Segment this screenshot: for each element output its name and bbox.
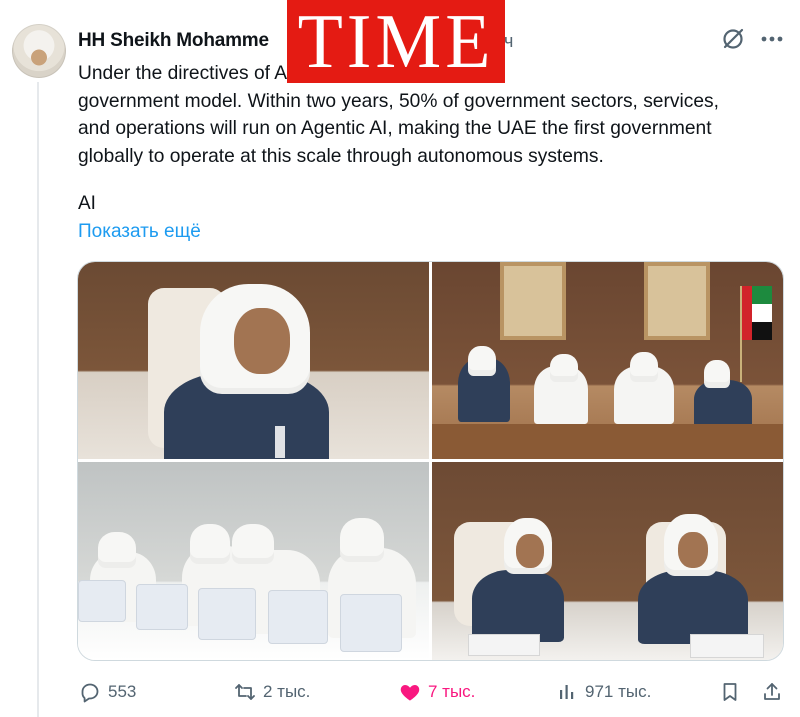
tweet-text-line: globally to operate at this scale throug… xyxy=(78,145,604,167)
photo-2[interactable] xyxy=(432,262,783,459)
author-name[interactable]: HH Sheikh Mohamme xyxy=(78,30,269,52)
ghutra-shape xyxy=(704,360,730,388)
heart-icon xyxy=(400,685,420,701)
face-shape xyxy=(234,308,290,374)
portrait-frame xyxy=(644,262,710,340)
laptop-shape xyxy=(268,590,328,644)
share-button[interactable] xyxy=(760,676,784,708)
thread-line xyxy=(37,82,39,717)
time-logo-overlay: TIME xyxy=(287,0,505,83)
time-logo-text: TIME xyxy=(297,0,495,85)
nameplate-shape xyxy=(468,634,540,656)
photo-4[interactable] xyxy=(432,462,783,660)
show-more-link[interactable]: Показать ещё xyxy=(78,221,201,243)
tweet-text-line: government model. Within two years, 50% … xyxy=(78,90,719,112)
avatar[interactable] xyxy=(12,24,66,78)
table-top-shape xyxy=(432,424,783,459)
photo-3[interactable] xyxy=(78,462,429,660)
tweet-text-line: and operations will run on Agentic AI, m… xyxy=(78,118,712,139)
retweet-count: 2 тыс. xyxy=(263,682,311,701)
ghutra-shape xyxy=(340,518,384,562)
retweet-icon xyxy=(235,684,255,700)
face-shape xyxy=(678,532,708,568)
more-icon[interactable] xyxy=(758,26,786,52)
views-count: 971 тыс. xyxy=(585,682,652,701)
reply-count: 553 xyxy=(108,682,137,701)
tweet-extra-text: AI xyxy=(78,193,96,214)
bookmark-icon xyxy=(723,683,737,701)
portrait-frame xyxy=(500,262,566,340)
share-icon xyxy=(764,683,780,700)
bookmark-button[interactable] xyxy=(718,676,742,708)
person-robe-shape xyxy=(638,570,748,644)
reply-button[interactable]: 553 xyxy=(78,676,136,708)
laptop-shape xyxy=(340,594,402,652)
ghutra-shape xyxy=(550,354,578,382)
like-count: 7 тыс. xyxy=(428,682,476,701)
person-robe-shape xyxy=(472,570,564,642)
views-icon xyxy=(560,685,574,699)
uae-flag xyxy=(740,286,772,382)
tweet-time[interactable]: ч xyxy=(504,31,513,52)
ghutra-shape xyxy=(630,352,658,382)
laptop-shape xyxy=(198,588,256,640)
ghutra-shape xyxy=(232,524,274,564)
reply-icon xyxy=(81,683,99,703)
action-bar: 553 2 тыс. 7 тыс. 971 тыс. xyxy=(0,676,800,708)
photo-1[interactable] xyxy=(78,262,429,459)
views-button[interactable]: 971 тыс. xyxy=(555,676,651,708)
nameplate-shape xyxy=(690,634,764,658)
retweet-button[interactable]: 2 тыс. xyxy=(233,676,310,708)
bottle-shape xyxy=(275,426,285,458)
ghutra-shape xyxy=(468,346,496,376)
ghutra-shape xyxy=(98,532,136,568)
laptop-shape xyxy=(78,580,126,622)
like-button[interactable]: 7 тыс. xyxy=(398,676,475,708)
grok-icon[interactable] xyxy=(720,26,746,52)
face-shape xyxy=(516,534,544,568)
laptop-shape xyxy=(136,584,188,630)
media-grid xyxy=(77,261,784,661)
ghutra-shape xyxy=(190,524,230,564)
